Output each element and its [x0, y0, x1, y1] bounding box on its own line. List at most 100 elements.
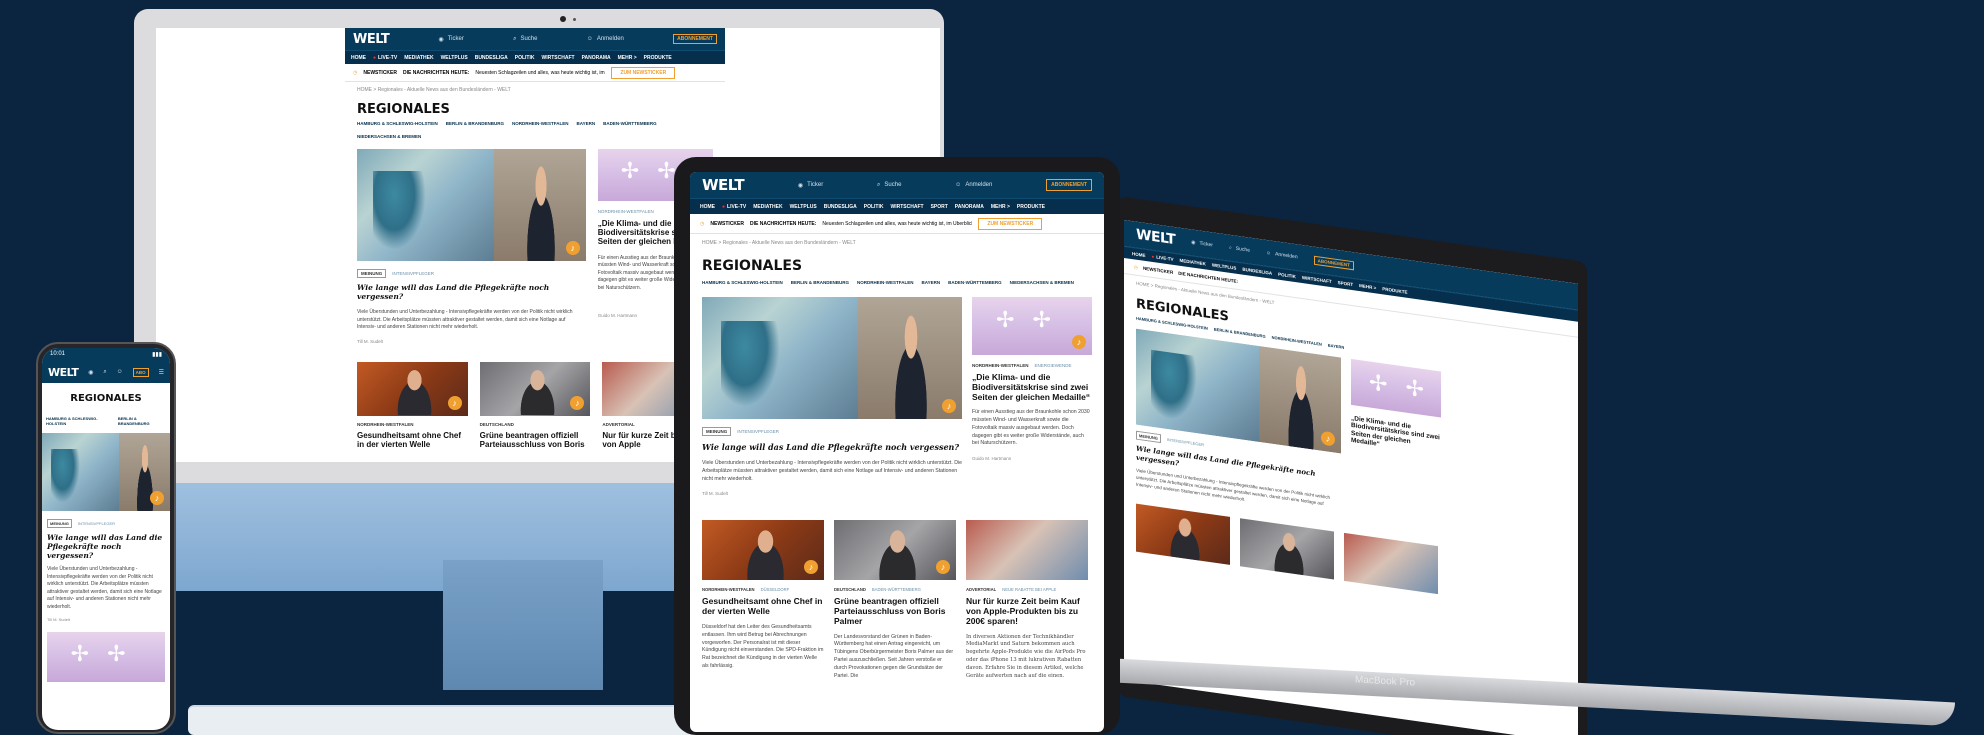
user-icon[interactable]: ☺: [117, 369, 123, 375]
abo-button[interactable]: ABONNEMENT: [673, 34, 717, 44]
subnav-hamburg[interactable]: HAMBURG & SCHLESWIG-HOLSTEIN: [357, 121, 438, 126]
welt-logo[interactable]: WELT: [48, 366, 79, 379]
nav-mehr[interactable]: MEHR >: [1359, 283, 1376, 290]
welt-logo[interactable]: WELT: [353, 32, 390, 47]
welt-logo[interactable]: WELT: [702, 176, 745, 194]
side-image[interactable]: [47, 632, 165, 682]
ticker-link[interactable]: ◉ Ticker: [438, 36, 463, 43]
nav-live-tv[interactable]: LIVE-TV: [373, 55, 397, 61]
subnav-niedersachsen[interactable]: NIEDERSACHSEN & BREMEN: [1010, 280, 1074, 285]
card-headline[interactable]: Gesundheitsamt ohne Chef in der vierten …: [357, 431, 468, 449]
lead-image[interactable]: ♪: [42, 433, 170, 511]
newsticker-button[interactable]: ZUM NEWSTICKER: [978, 217, 1043, 230]
abo-button[interactable]: ABO: [132, 367, 149, 377]
nav-home[interactable]: HOME: [351, 55, 366, 61]
side-headline[interactable]: „Die Klima- und die Biodiversitätskrise …: [1351, 415, 1441, 458]
search-icon[interactable]: ⌕: [103, 369, 106, 376]
lead-article[interactable]: ♪ MEINUNG INTENSIVPFLEGER Wie lange will…: [1136, 328, 1341, 517]
ticker-link[interactable]: ◉ Ticker: [798, 182, 823, 189]
subnav-berlin[interactable]: BERLIN & BRANDENBURG: [118, 416, 166, 426]
nav-home[interactable]: HOME: [700, 204, 715, 210]
card-image[interactable]: [1344, 533, 1438, 595]
card-headline[interactable]: Gesundheitsamt ohne Chef in der vierten …: [702, 597, 824, 617]
nav-produkte[interactable]: PRODUKTE: [1382, 286, 1407, 295]
nav-politik[interactable]: POLITIK: [1278, 272, 1296, 279]
card-article[interactable]: ♪ NORDRHEIN-WESTFALEN Gesundheitsamt ohn…: [357, 361, 468, 449]
abo-button[interactable]: ABONNEMENT: [1046, 179, 1092, 191]
card-article[interactable]: ♪ DEUTSCHLAND Grüne beantragen offiziell…: [479, 361, 591, 449]
nav-home[interactable]: HOME: [1132, 251, 1146, 258]
welt-logo[interactable]: WELT: [1136, 227, 1175, 249]
nav-mehr[interactable]: MEHR >: [618, 55, 637, 61]
login-link[interactable]: ☺ Anmelden: [955, 182, 992, 188]
subnav-berlin[interactable]: BERLIN & BRANDENBURG: [791, 280, 849, 285]
subnav-bayern[interactable]: BAYERN: [1328, 343, 1345, 350]
lead-headline[interactable]: Wie lange will das Land die Pflegekräfte…: [702, 442, 962, 452]
nav-live-tv[interactable]: LIVE-TV: [722, 204, 746, 210]
subnav-bayern[interactable]: BAYERN: [922, 280, 941, 285]
card-image[interactable]: [1136, 503, 1230, 566]
card-headline[interactable]: Grüne beantragen offiziell Parteiausschl…: [480, 431, 591, 449]
search-link[interactable]: ⌕ Suche: [1229, 245, 1250, 254]
breadcrumb[interactable]: HOME > Regionales - Aktuelle News aus de…: [690, 234, 1104, 252]
nav-wirtschaft[interactable]: WIRTSCHAFT: [891, 204, 924, 210]
lead-tag: MEINUNG: [702, 427, 732, 436]
newsticker-button[interactable]: ZUM NEWSTICKER: [611, 66, 676, 79]
nav-sport[interactable]: SPORT: [1338, 280, 1354, 287]
nav-produkte[interactable]: PRODUKTE: [1017, 204, 1045, 210]
card-article[interactable]: ADVERTORIAL NEUE RABATTE BEI APPLE Nur f…: [966, 520, 1088, 680]
subnav-nrw[interactable]: NORDRHEIN-WESTFALEN: [512, 121, 569, 126]
card-image: ♪: [479, 361, 591, 416]
nav-mediathek[interactable]: MEDIATHEK: [404, 55, 433, 61]
nav-panorama[interactable]: PANORAMA: [955, 204, 984, 210]
nav-wirtschaft[interactable]: WIRTSCHAFT: [542, 55, 575, 61]
lead-headline[interactable]: Wie lange will das Land die Pflegekräfte…: [42, 533, 170, 566]
menu-icon[interactable]: ☰: [159, 369, 164, 376]
lead-headline[interactable]: Wie lange will das Land die Pflegekräfte…: [357, 283, 586, 301]
nav-mehr[interactable]: MEHR >: [991, 204, 1010, 210]
nav-bundesliga[interactable]: BUNDESLIGA: [824, 204, 857, 210]
ticker-icon[interactable]: ◉: [88, 369, 93, 376]
card-headline[interactable]: Grüne beantragen offiziell Parteiausschl…: [834, 596, 956, 626]
subnav-bayern[interactable]: BAYERN: [577, 121, 596, 126]
login-link[interactable]: ☺ Anmelden: [1266, 250, 1298, 260]
search-link[interactable]: ⌕ Suche: [513, 36, 537, 43]
nav-panorama[interactable]: PANORAMA: [582, 55, 611, 61]
nav-weltplus[interactable]: WELTPLUS: [790, 204, 817, 210]
ticker-link[interactable]: ◉ Ticker: [1191, 239, 1213, 248]
nav-weltplus[interactable]: WELTPLUS: [441, 55, 468, 61]
subnav-nrw[interactable]: NORDRHEIN-WESTFALEN: [857, 280, 914, 285]
card-image: ♪: [834, 520, 956, 581]
lead-article[interactable]: ♪ MEINUNG INTENSIVPFLEGER Wie lange will…: [357, 149, 586, 344]
nav-politik[interactable]: POLITIK: [864, 204, 884, 210]
subnav-bw[interactable]: BADEN-WÜRTTEMBERG: [948, 280, 1002, 285]
nav-produkte[interactable]: PRODUKTE: [644, 55, 672, 61]
newsticker-text: DIE NACHRICHTEN HEUTE:: [403, 69, 470, 76]
card-headline[interactable]: Nur für kurze Zeit beim Kauf von Apple-P…: [966, 596, 1088, 626]
nav-mediathek[interactable]: MEDIATHEK: [753, 204, 782, 210]
nav-live-tv[interactable]: LIVE-TV: [1152, 254, 1173, 262]
nav-politik[interactable]: POLITIK: [515, 55, 535, 61]
nav-sport[interactable]: SPORT: [931, 204, 948, 210]
abo-button[interactable]: ABONNEMENT: [1313, 255, 1354, 270]
side-article[interactable]: ♪ NORDRHEIN-WESTFALEN ENERGIEWENDE „Die …: [972, 297, 1092, 496]
card-article[interactable]: ♪ DEUTSCHLAND BADEN-WÜRTTEMBERG Grüne be…: [834, 520, 956, 680]
side-headline[interactable]: „Die Klima- und die Biodiversitätskrise …: [972, 372, 1092, 402]
subnav-niedersachsen[interactable]: NIEDERSACHSEN & BREMEN: [357, 134, 421, 139]
newsticker-label: NEWSTICKER: [710, 220, 744, 227]
subnav-berlin[interactable]: BERLIN & BRANDENBURG: [446, 121, 504, 126]
login-link[interactable]: ☺ Anmelden: [587, 36, 624, 42]
breadcrumb[interactable]: HOME > Regionales - Aktuelle News aus de…: [345, 82, 725, 98]
card-article[interactable]: ♪ NORDRHEIN-WESTFALEN DÜSSELDORF Gesundh…: [702, 520, 824, 680]
lead-row: ♪ MEINUNG INTENSIVPFLEGER Wie lange will…: [690, 297, 1104, 496]
subnav-hamburg[interactable]: HAMBURG & SCHLESWIG-HOLSTEIN: [702, 280, 783, 285]
side-article[interactable]: „Die Klima- und die Biodiversitätskrise …: [1351, 358, 1441, 531]
search-link[interactable]: ⌕ Suche: [877, 182, 901, 189]
subnav-bw[interactable]: BADEN-WÜRTTEMBERG: [603, 121, 657, 126]
nav-weltplus[interactable]: WELTPLUS: [1212, 262, 1236, 270]
card-image[interactable]: [1240, 518, 1334, 580]
nav-mediathek[interactable]: MEDIATHEK: [1179, 258, 1205, 267]
subnav-hamburg[interactable]: HAMBURG & SCHLESWIG-HOLSTEIN: [46, 416, 113, 426]
nav-bundesliga[interactable]: BUNDESLIGA: [475, 55, 508, 61]
lead-article[interactable]: ♪ MEINUNG INTENSIVPFLEGER Wie lange will…: [702, 297, 962, 496]
